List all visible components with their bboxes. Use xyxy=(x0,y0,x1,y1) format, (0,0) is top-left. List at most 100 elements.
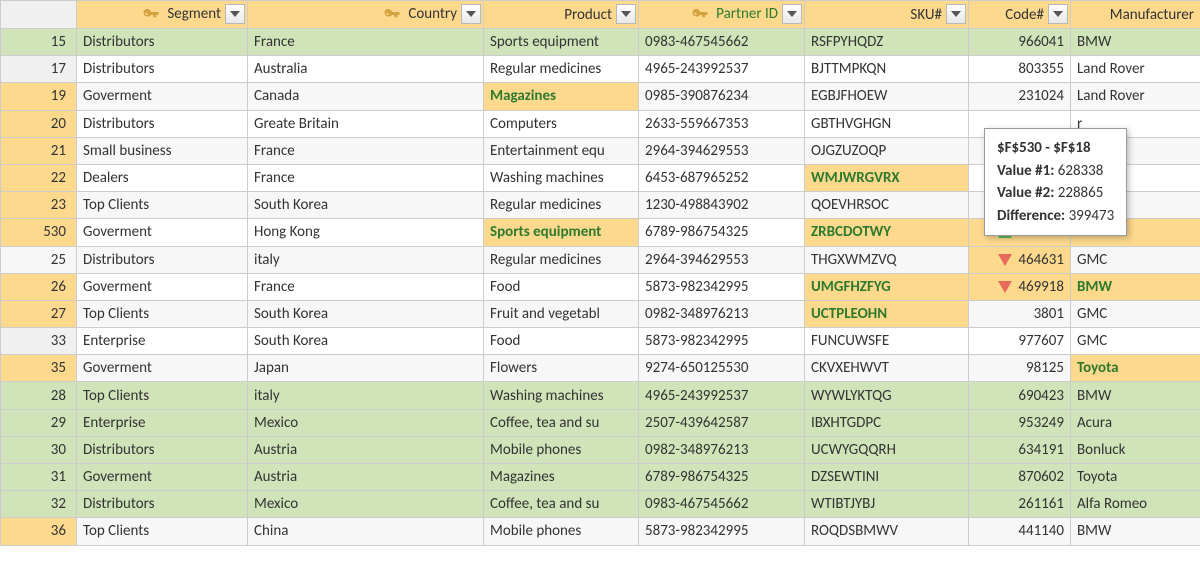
cell-product[interactable]: Magazines xyxy=(484,83,639,110)
row-number[interactable]: 25 xyxy=(1,246,77,273)
cell-segment[interactable]: Enterprise xyxy=(77,409,248,436)
cell-country[interactable]: Greate Britain xyxy=(248,110,484,137)
table-row[interactable]: 28Top ClientsitalyWashing machines4965-2… xyxy=(1,382,1200,409)
cell-country[interactable]: Japan xyxy=(248,355,484,382)
cell-code[interactable]: 803355 xyxy=(969,56,1071,83)
cell-sku[interactable]: THGXWMZVQ xyxy=(805,246,969,273)
cell-manufacturer[interactable]: BMW xyxy=(1071,518,1200,545)
cell-sku[interactable]: EGBJFHOEW xyxy=(805,83,969,110)
row-number[interactable]: 26 xyxy=(1,273,77,300)
cell-sku[interactable]: RSFPYHQDZ xyxy=(805,29,969,56)
filter-dropdown-icon[interactable] xyxy=(616,4,636,24)
cell-product[interactable]: Mobile phones xyxy=(484,436,639,463)
cell-product[interactable]: Computers xyxy=(484,110,639,137)
cell-sku[interactable]: FUNCUWSFE xyxy=(805,328,969,355)
cell-segment[interactable]: Distributors xyxy=(77,110,248,137)
cell-segment[interactable]: Distributors xyxy=(77,56,248,83)
cell-segment[interactable]: Top Clients xyxy=(77,192,248,219)
cell-partner-id[interactable]: 0983-467545662 xyxy=(639,491,805,518)
cell-product[interactable]: Food xyxy=(484,328,639,355)
cell-manufacturer[interactable]: Land Rover xyxy=(1071,56,1200,83)
col-partner-id[interactable]: Partner ID xyxy=(639,1,805,29)
cell-manufacturer[interactable]: BMW xyxy=(1071,273,1200,300)
cell-product[interactable]: Regular medicines xyxy=(484,192,639,219)
col-manufacturer[interactable]: Manufacturer xyxy=(1071,1,1200,29)
cell-product[interactable]: Sports equipment xyxy=(484,29,639,56)
cell-partner-id[interactable]: 4965-243992537 xyxy=(639,382,805,409)
table-row[interactable]: 35GovermentJapanFlowers9274-650125530CKV… xyxy=(1,355,1200,382)
cell-segment[interactable]: Distributors xyxy=(77,246,248,273)
table-row[interactable]: 32DistributorsMexicoCoffee, tea and su09… xyxy=(1,491,1200,518)
cell-sku[interactable]: QOEVHRSOC xyxy=(805,192,969,219)
cell-manufacturer[interactable]: Toyota xyxy=(1071,464,1200,491)
cell-sku[interactable]: BJTTMPKQN xyxy=(805,56,969,83)
cell-code[interactable]: 469918 xyxy=(969,273,1071,300)
cell-country[interactable]: Mexico xyxy=(248,491,484,518)
table-row[interactable]: 27Top ClientsSouth KoreaFruit and vegeta… xyxy=(1,300,1200,327)
cell-sku[interactable]: GBTHVGHGN xyxy=(805,110,969,137)
table-row[interactable]: 19GovermentCanadaMagazines0985-390876234… xyxy=(1,83,1200,110)
filter-dropdown-icon[interactable] xyxy=(225,4,245,24)
row-number[interactable]: 33 xyxy=(1,328,77,355)
filter-dropdown-icon[interactable] xyxy=(946,4,966,24)
cell-product[interactable]: Sports equipment xyxy=(484,219,639,246)
cell-product[interactable]: Flowers xyxy=(484,355,639,382)
cell-code[interactable]: 231024 xyxy=(969,83,1071,110)
cell-manufacturer[interactable]: GMC xyxy=(1071,328,1200,355)
cell-country[interactable]: France xyxy=(248,273,484,300)
cell-partner-id[interactable]: 2964-394629553 xyxy=(639,137,805,164)
cell-code[interactable]: 464631 xyxy=(969,246,1071,273)
cell-segment[interactable]: Goverment xyxy=(77,273,248,300)
cell-sku[interactable]: UMGFHZFYG xyxy=(805,273,969,300)
cell-sku[interactable]: UCTPLEOHN xyxy=(805,300,969,327)
cell-segment[interactable]: Goverment xyxy=(77,464,248,491)
cell-segment[interactable]: Distributors xyxy=(77,29,248,56)
cell-manufacturer[interactable]: BMW xyxy=(1071,29,1200,56)
row-number[interactable]: 530 xyxy=(1,219,77,246)
filter-dropdown-icon[interactable] xyxy=(461,4,481,24)
cell-segment[interactable]: Goverment xyxy=(77,219,248,246)
cell-product[interactable]: Magazines xyxy=(484,464,639,491)
cell-segment[interactable]: Distributors xyxy=(77,491,248,518)
cell-sku[interactable]: CKVXEHWVT xyxy=(805,355,969,382)
cell-partner-id[interactable]: 2964-394629553 xyxy=(639,246,805,273)
row-number[interactable]: 30 xyxy=(1,436,77,463)
cell-partner-id[interactable]: 2633-559667353 xyxy=(639,110,805,137)
row-number[interactable]: 21 xyxy=(1,137,77,164)
cell-partner-id[interactable]: 5873-982342995 xyxy=(639,518,805,545)
cell-sku[interactable]: IBXHTGDPC xyxy=(805,409,969,436)
row-number[interactable]: 29 xyxy=(1,409,77,436)
cell-sku[interactable]: ROQDSBMWV xyxy=(805,518,969,545)
cell-code[interactable]: 98125 xyxy=(969,355,1071,382)
cell-country[interactable]: South Korea xyxy=(248,328,484,355)
cell-code[interactable]: 966041 xyxy=(969,29,1071,56)
cell-partner-id[interactable]: 4965-243992537 xyxy=(639,56,805,83)
cell-product[interactable]: Coffee, tea and su xyxy=(484,491,639,518)
table-row[interactable]: 26GovermentFranceFood5873-982342995UMGFH… xyxy=(1,273,1200,300)
cell-segment[interactable]: Goverment xyxy=(77,83,248,110)
cell-product[interactable]: Coffee, tea and su xyxy=(484,409,639,436)
cell-partner-id[interactable]: 6789-986754325 xyxy=(639,464,805,491)
row-number[interactable]: 20 xyxy=(1,110,77,137)
cell-code[interactable]: 953249 xyxy=(969,409,1071,436)
row-number[interactable]: 36 xyxy=(1,518,77,545)
cell-partner-id[interactable]: 0985-390876234 xyxy=(639,83,805,110)
cell-partner-id[interactable]: 5873-982342995 xyxy=(639,273,805,300)
cell-partner-id[interactable]: 2507-439642587 xyxy=(639,409,805,436)
cell-product[interactable]: Mobile phones xyxy=(484,518,639,545)
table-row[interactable]: 25DistributorsitalyRegular medicines2964… xyxy=(1,246,1200,273)
table-row[interactable]: 29EnterpriseMexicoCoffee, tea and su2507… xyxy=(1,409,1200,436)
cell-segment[interactable]: Top Clients xyxy=(77,382,248,409)
cell-country[interactable]: France xyxy=(248,29,484,56)
row-number[interactable]: 32 xyxy=(1,491,77,518)
cell-segment[interactable]: Goverment xyxy=(77,355,248,382)
cell-country[interactable]: Canada xyxy=(248,83,484,110)
row-number[interactable]: 27 xyxy=(1,300,77,327)
row-number[interactable]: 35 xyxy=(1,355,77,382)
cell-segment[interactable]: Enterprise xyxy=(77,328,248,355)
cell-manufacturer[interactable]: BMW xyxy=(1071,382,1200,409)
cell-manufacturer[interactable]: GMC xyxy=(1071,246,1200,273)
cell-country[interactable]: italy xyxy=(248,382,484,409)
cell-country[interactable]: Austria xyxy=(248,464,484,491)
cell-sku[interactable]: WMJWRGVRX xyxy=(805,164,969,191)
